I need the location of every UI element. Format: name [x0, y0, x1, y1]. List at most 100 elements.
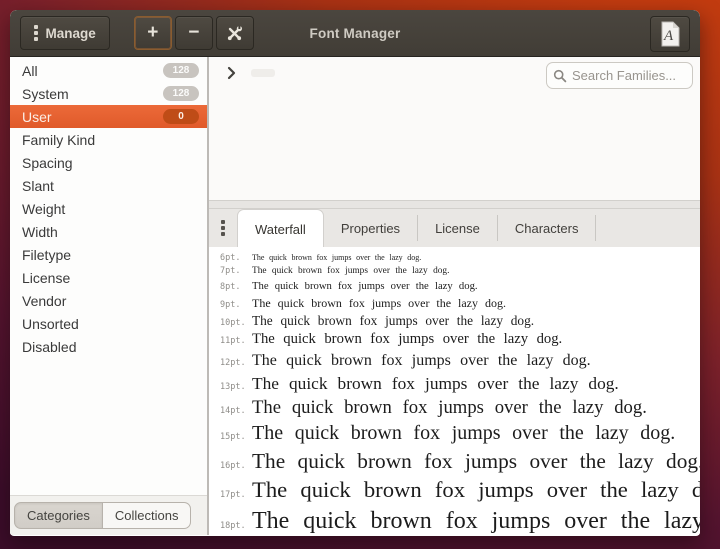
magnifier-icon [553, 69, 567, 83]
waterfall-size-label: 15pt. [216, 432, 252, 442]
waterfall-row-6pt: 6pt.The quick brown fox jumps over the l… [216, 253, 700, 263]
remove-fonts-button[interactable]: − [175, 16, 213, 50]
sidebar-item-label: Width [22, 224, 58, 240]
sidebar-item-slant[interactable]: Slant [10, 174, 207, 197]
waterfall-size-label: 18pt. [216, 521, 252, 531]
search-families-box[interactable] [546, 62, 693, 89]
sidebar-item-label: Family Kind [22, 132, 95, 148]
waterfall-row-15pt: 15pt.The quick brown fox jumps over the … [216, 422, 700, 446]
sidebar-item-label: All [22, 63, 38, 79]
waterfall-preview-text: The quick brown fox jumps over the lazy … [252, 253, 421, 262]
vertical-dots-icon [34, 25, 38, 41]
sidebar-item-label: Filetype [22, 247, 71, 263]
tab-characters[interactable]: Characters [498, 215, 597, 241]
headerbar: Manage + − Font Manage [10, 10, 700, 57]
waterfall-row-16pt: 16pt.The quick brown fox jumps over the … [216, 449, 700, 474]
family-browse-pane [209, 57, 700, 200]
waterfall-preview-text: The quick brown fox jumps over the lazy … [252, 266, 449, 277]
waterfall-preview-text: The quick brown fox jumps over the lazy … [252, 477, 700, 504]
waterfall-size-label: 10pt. [216, 318, 252, 328]
sidebar-item-label: Vendor [22, 293, 66, 309]
window-title: Font Manager [10, 26, 700, 41]
waterfall-preview-text: The quick brown fox jumps over the lazy … [252, 397, 647, 419]
vertical-dots-icon [221, 220, 225, 236]
preview-tabbar: WaterfallPropertiesLicenseCharacters [209, 209, 700, 247]
sidebar-item-spacing[interactable]: Spacing [10, 151, 207, 174]
count-badge: 0 [163, 109, 199, 124]
count-badge: 128 [163, 86, 199, 101]
sidebar-category-list: All 128 System 128 User 0 Family Kind Spacing Sl… [10, 57, 207, 358]
waterfall-size-label: 16pt. [216, 461, 252, 471]
sidebar-item-label: User [22, 109, 52, 125]
horizontal-splitter[interactable] [209, 200, 700, 209]
wrench-screwdriver-icon [226, 25, 243, 42]
waterfall-row-8pt: 8pt.The quick brown fox jumps over the l… [216, 280, 700, 293]
waterfall-size-label: 9pt. [216, 300, 252, 310]
sidebar-mode-switcher: CategoriesCollections [10, 495, 207, 535]
waterfall-size-label: 8pt. [216, 282, 252, 292]
waterfall-row-11pt: 11pt.The quick brown fox jumps over the … [216, 331, 700, 348]
preferences-button[interactable] [216, 16, 254, 50]
sidebar-item-system[interactable]: System 128 [10, 82, 207, 105]
count-badge: 128 [163, 63, 199, 78]
waterfall-size-label: 7pt. [216, 266, 252, 276]
manage-button-label: Manage [46, 26, 96, 41]
add-fonts-button[interactable]: + [134, 16, 172, 50]
waterfall-size-label: 6pt. [216, 253, 252, 263]
search-families-input[interactable] [572, 68, 686, 83]
waterfall-preview-text: The quick brown fox jumps over the lazy … [252, 507, 700, 535]
sidebar-item-label: Weight [22, 201, 65, 217]
waterfall-preview-text: The quick brown fox jumps over the lazy … [252, 331, 562, 348]
waterfall-preview-text: The quick brown fox jumps over the lazy … [252, 422, 675, 446]
sidebar-item-label: License [22, 270, 70, 286]
sidebar-item-label: Slant [22, 178, 54, 194]
sidebar-item-user[interactable]: User 0 [10, 105, 207, 128]
sidebar-item-weight[interactable]: Weight [10, 197, 207, 220]
font-document-icon: A [659, 21, 681, 47]
waterfall-size-label: 12pt. [216, 358, 252, 368]
svg-text:A: A [663, 28, 674, 44]
sidebar-item-license[interactable]: License [10, 266, 207, 289]
sidebar-item-label: System [22, 86, 69, 102]
sidebar-item-label: Unsorted [22, 316, 79, 332]
waterfall-preview-text: The quick brown fox jumps over the lazy … [252, 280, 478, 293]
switcher-tab-collections[interactable]: Collections [103, 502, 192, 529]
waterfall-row-14pt: 14pt.The quick brown fox jumps over the … [216, 397, 700, 419]
tab-properties[interactable]: Properties [324, 215, 418, 241]
waterfall-size-label: 13pt. [216, 382, 252, 392]
waterfall-row-7pt: 7pt.The quick brown fox jumps over the l… [216, 266, 700, 277]
waterfall-row-17pt: 17pt.The quick brown fox jumps over the … [216, 477, 700, 504]
sidebar-item-label: Disabled [22, 339, 76, 355]
waterfall-size-label: 14pt. [216, 406, 252, 416]
waterfall-row-13pt: 13pt.The quick brown fox jumps over the … [216, 374, 700, 394]
manage-menu-button[interactable]: Manage [20, 16, 110, 50]
chevron-right-icon [227, 66, 236, 80]
sidebar-item-vendor[interactable]: Vendor [10, 289, 207, 312]
waterfall-preview-pane: 6pt.The quick brown fox jumps over the l… [209, 247, 700, 535]
waterfall-row-10pt: 10pt.The quick brown fox jumps over the … [216, 313, 700, 329]
waterfall-size-label: 11pt. [216, 336, 252, 346]
expander-toggle[interactable] [222, 64, 240, 82]
waterfall-preview-text: The quick brown fox jumps over the lazy … [252, 374, 619, 394]
sidebar-item-all[interactable]: All 128 [10, 59, 207, 82]
waterfall-size-label: 17pt. [216, 490, 252, 500]
font-file-button[interactable]: A [650, 16, 690, 52]
waterfall-row-18pt: 18pt.The quick brown fox jumps over the … [216, 507, 700, 535]
waterfall-preview-text: The quick brown fox jumps over the lazy … [252, 296, 506, 310]
sidebar-item-unsorted[interactable]: Unsorted [10, 312, 207, 335]
tab-license[interactable]: License [418, 215, 498, 241]
waterfall-preview-text: The quick brown fox jumps over the lazy … [252, 313, 534, 329]
sidebar-item-label: Spacing [22, 155, 73, 171]
sidebar-item-family-kind[interactable]: Family Kind [10, 128, 207, 151]
waterfall-preview-text: The quick brown fox jumps over the lazy … [252, 352, 591, 371]
switcher-tab-categories[interactable]: Categories [14, 502, 103, 529]
sidebar-item-disabled[interactable]: Disabled [10, 335, 207, 358]
waterfall-row-12pt: 12pt.The quick brown fox jumps over the … [216, 352, 700, 371]
waterfall-preview-text: The quick brown fox jumps over the lazy … [252, 449, 700, 474]
font-manager-window: Manage + − Font Manage [10, 10, 700, 536]
tab-waterfall[interactable]: Waterfall [237, 209, 324, 248]
empty-row-placeholder [251, 69, 275, 77]
sidebar-item-width[interactable]: Width [10, 220, 207, 243]
sidebar-item-filetype[interactable]: Filetype [10, 243, 207, 266]
preview-menu-button[interactable] [209, 209, 237, 247]
